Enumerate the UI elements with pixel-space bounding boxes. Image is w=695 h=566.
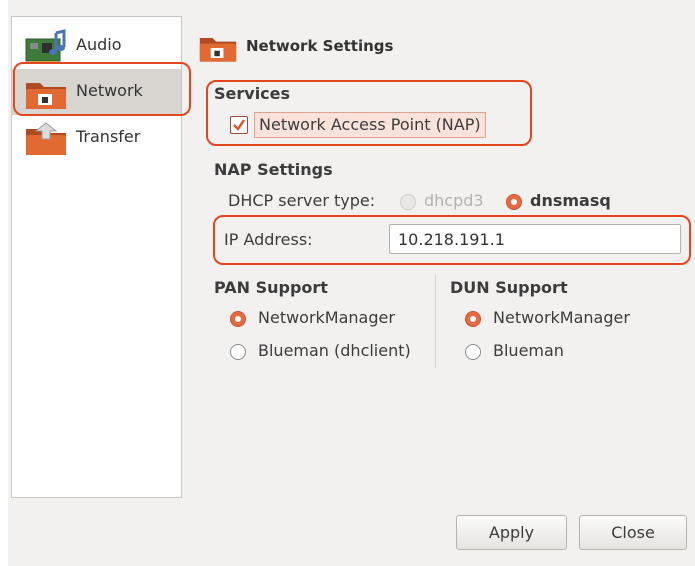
check-icon [233, 119, 245, 131]
audio-card-icon [25, 29, 66, 64]
sidebar-item-transfer[interactable]: Transfer [12, 115, 181, 161]
network-folder-icon [199, 38, 237, 62]
apply-button[interactable]: Apply [456, 515, 567, 550]
column-divider [435, 274, 436, 368]
sidebar-item-label: Audio [76, 35, 122, 54]
dnsmasq-label: dnsmasq [530, 191, 611, 210]
pan-blueman-radio[interactable] [230, 344, 246, 360]
dhcp-server-type-label: DHCP server type: [228, 191, 376, 210]
dhcpd3-label: dhcpd3 [424, 191, 484, 210]
pan-blueman-label: Blueman (dhclient) [258, 341, 411, 360]
dun-blueman-label: Blueman [493, 341, 564, 360]
page-title: Network Settings [246, 37, 394, 55]
dun-networkmanager-radio[interactable] [465, 311, 481, 327]
ip-address-label: IP Address: [224, 230, 313, 249]
pan-support-heading: PAN Support [214, 278, 328, 297]
dun-blueman-radio[interactable] [465, 344, 481, 360]
sidebar-item-audio[interactable]: Audio [12, 23, 181, 69]
ip-address-input[interactable] [389, 224, 681, 254]
nap-settings-heading: NAP Settings [214, 160, 333, 179]
transfer-folder-icon [26, 122, 66, 155]
sidebar-item-label: Transfer [76, 127, 141, 146]
dun-networkmanager-label: NetworkManager [493, 308, 630, 327]
dnsmasq-radio[interactable] [506, 194, 522, 210]
dun-support-heading: DUN Support [450, 278, 568, 297]
dhcpd3-radio[interactable] [400, 194, 416, 210]
sidebar-item-network[interactable]: Network [12, 69, 181, 115]
sidebar: Audio Network Transfer [11, 16, 182, 498]
pan-networkmanager-radio[interactable] [230, 311, 246, 327]
nap-checkbox-label: Network Access Point (NAP) [254, 112, 486, 138]
services-heading: Services [214, 84, 291, 103]
close-button[interactable]: Close [579, 515, 687, 550]
network-folder-icon [26, 83, 66, 109]
pan-networkmanager-label: NetworkManager [258, 308, 395, 327]
sidebar-item-label: Network [76, 81, 143, 100]
nap-checkbox[interactable] [230, 116, 248, 134]
